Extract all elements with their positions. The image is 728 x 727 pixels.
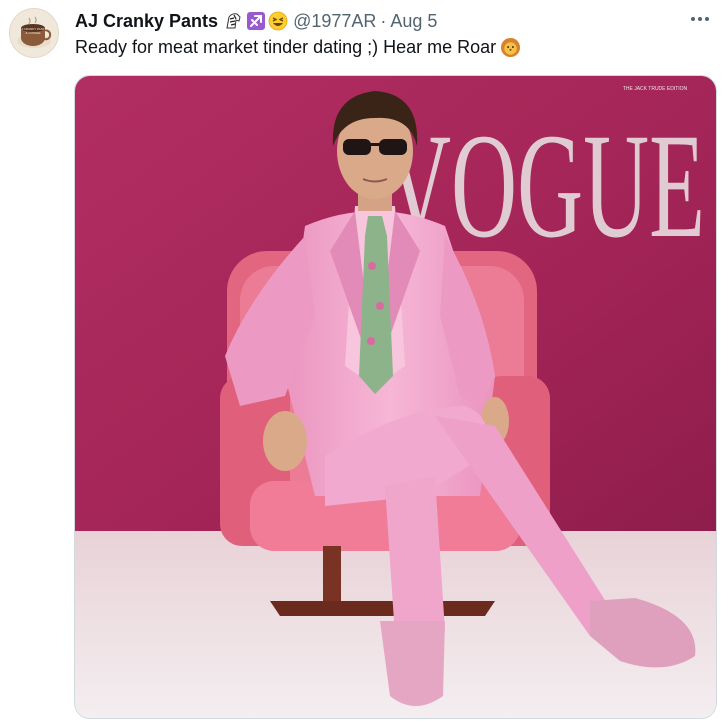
separator-dot: ·	[380, 10, 387, 31]
sagittarius-icon	[247, 12, 266, 30]
avatar-text-bottom: & COFFEE	[25, 31, 40, 35]
coffee-cup-icon: AJ CRANKY PANTS & COFFEE	[17, 16, 52, 48]
badge-emojis	[224, 11, 288, 31]
tweet-media-image[interactable]: VOGUE THE JACK TRUDE EDITION	[74, 75, 717, 719]
laughing-face-icon	[268, 11, 288, 31]
more-options-button[interactable]	[686, 8, 714, 30]
tweet-header: AJ Cranky Pants @1977AR · Aug 5	[75, 9, 437, 33]
display-name[interactable]: AJ Cranky Pants	[75, 11, 218, 32]
zebra-icon	[226, 13, 241, 29]
tweet-card[interactable]: AJ CRANKY PANTS & COFFEE AJ Cranky Pants…	[0, 0, 728, 727]
avatar[interactable]: AJ CRANKY PANTS & COFFEE	[9, 8, 59, 58]
magazine-cover-photo: VOGUE THE JACK TRUDE EDITION	[75, 76, 716, 718]
lion-face-icon	[501, 37, 521, 58]
cover-tagline: THE JACK TRUDE EDITION	[623, 86, 688, 92]
tweet-body: Ready for meat market tinder dating ;) H…	[75, 37, 497, 57]
more-dots-icon	[691, 17, 709, 21]
post-date[interactable]: Aug 5	[390, 11, 437, 32]
tweet-text: Ready for meat market tinder dating ;) H…	[75, 37, 521, 58]
user-handle[interactable]: @1977AR	[293, 11, 376, 32]
